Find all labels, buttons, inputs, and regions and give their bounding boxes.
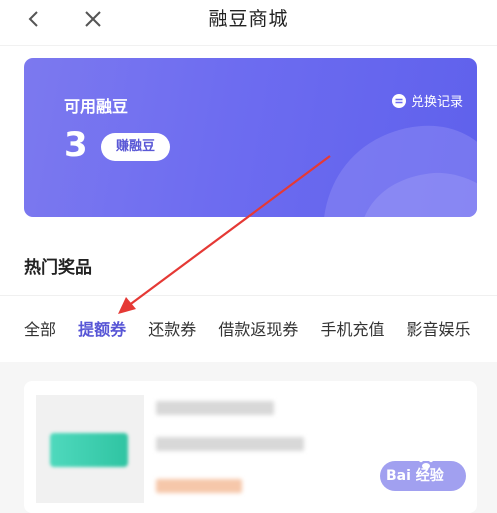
product-desc-blurred [156, 437, 304, 451]
product-image [36, 395, 144, 503]
tab-repay-coupon[interactable]: 还款券 [148, 316, 196, 344]
page-title: 融豆商城 [208, 8, 289, 30]
balance-label: 可用融豆 [64, 97, 129, 116]
product-name-blurred [156, 401, 274, 415]
balance-count: 3 [64, 125, 88, 165]
earn-beans-button[interactable]: 赚融豆 [101, 133, 171, 161]
product-card[interactable] [24, 381, 477, 513]
watermark-text: Bai 经验 [386, 468, 444, 484]
tab-limit-coupon[interactable]: 提额券 [78, 316, 126, 344]
product-price-blurred [156, 479, 242, 493]
exchange-record-label: 兑换记录 [410, 95, 463, 110]
product-image-blurred [50, 433, 128, 467]
tab-all[interactable]: 全部 [24, 316, 56, 344]
banner-decoration [324, 125, 477, 217]
exchange-record-link[interactable]: 兑换记录 [391, 91, 463, 110]
tab-entertainment[interactable]: 影音娱乐 [407, 316, 471, 344]
paw-icon [418, 456, 434, 469]
exchange-record-icon [391, 93, 406, 108]
baidu-jingyan-watermark: Bai 经验 [380, 456, 466, 491]
category-tabs: 全部 提额券 还款券 借款返现券 手机充值 影音娱乐 [24, 316, 497, 344]
tab-loan-cashback[interactable]: 借款返现券 [218, 316, 298, 344]
divider [0, 295, 497, 296]
section-title: 热门奖品 [24, 258, 92, 278]
tab-phone-recharge[interactable]: 手机充值 [320, 316, 384, 344]
balance-card: 可用融豆 3 赚融豆 兑换记录 [24, 58, 477, 217]
nav-bar: 融豆商城 [0, 0, 497, 46]
